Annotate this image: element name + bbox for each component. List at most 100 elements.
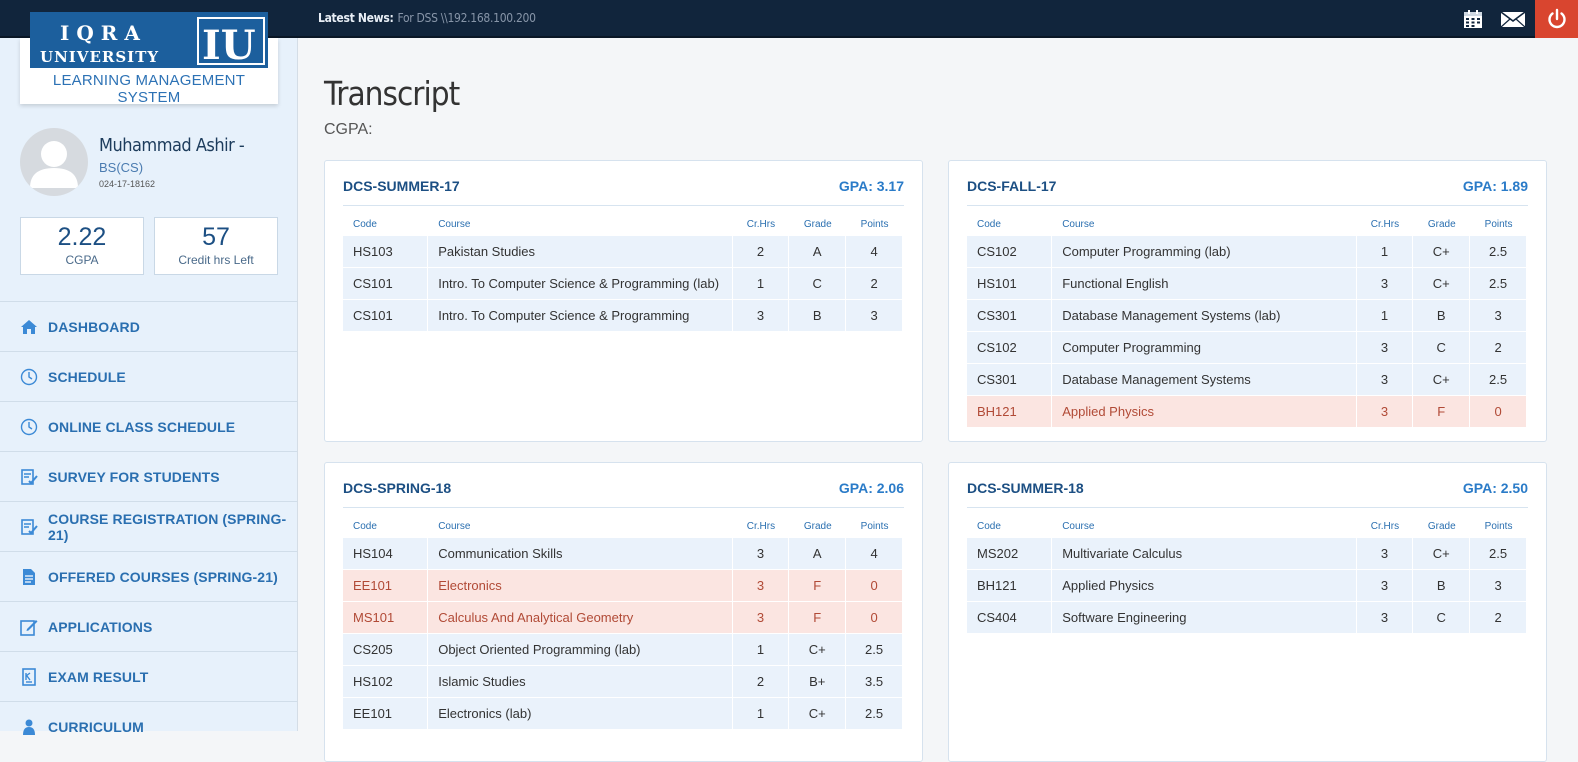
cell-crhrs: 2 [732, 236, 790, 268]
logo-line2: UNIVERSITY [40, 48, 159, 66]
cell-crhrs: 1 [732, 268, 790, 300]
sidebar-item-offered-courses[interactable]: OFFERED COURSES (SPRING-21) [0, 551, 297, 601]
sidebar-item-course-registration[interactable]: COURSE REGISTRATION (SPRING-21) [0, 501, 297, 551]
semester-gpa: GPA: 2.50 [1462, 480, 1528, 496]
checklist-icon [20, 468, 38, 486]
table-row: HS101 Functional English 3 C+ 2.5 [967, 268, 1527, 300]
column-header-course: Course [438, 520, 471, 532]
table-row: CS101 Intro. To Computer Science & Progra… [343, 268, 903, 300]
cell-course: Software Engineering [1052, 602, 1357, 634]
column-header-points: Points [860, 520, 889, 532]
cell-course: Object Oriented Programming (lab) [428, 634, 733, 666]
cell-course: Islamic Studies [428, 666, 733, 698]
cell-points: 4 [846, 538, 903, 570]
cell-grade: A [789, 236, 847, 268]
cell-code: MS202 [967, 538, 1053, 570]
table-row: CS301 Database Management Systems (lab) 1 B… [967, 300, 1527, 332]
user-reg-no: 024-17-18162 [99, 179, 156, 189]
calendar-icon[interactable] [1463, 9, 1485, 29]
cell-code: HS103 [343, 236, 429, 268]
table-row: CS101 Intro. To Computer Science & Progra… [343, 300, 903, 332]
cell-crhrs: 3 [732, 602, 790, 634]
cell-crhrs: 3 [732, 300, 790, 332]
table-header-row: Code Course Cr.Hrs Grade Points [967, 217, 1527, 236]
cell-points: 2 [1470, 602, 1527, 634]
home-icon [20, 318, 38, 336]
column-header-crhrs: Cr.Hrs [1370, 520, 1400, 532]
cell-crhrs: 3 [732, 538, 790, 570]
cell-code: MS101 [343, 602, 429, 634]
cgpa-label: CGPA [65, 253, 99, 267]
logout-button[interactable] [1535, 0, 1578, 38]
table-row: EE101 Electronics 3 F 0 [343, 570, 903, 602]
cell-course: Applied Physics [1052, 570, 1357, 602]
cell-course: Calculus And Analytical Geometry [428, 602, 733, 634]
cell-points: 3 [846, 300, 903, 332]
cell-crhrs: 3 [1356, 602, 1414, 634]
sidebar-item-label: SURVEY FOR STUDENTS [48, 468, 220, 485]
table-row: MS202 Multivariate Calculus 3 C+ 2.5 [967, 538, 1527, 570]
cell-grade: F [789, 570, 847, 602]
university-logo[interactable]: IQRA UNIVERSITY IU LEARNING MANAGEMENT S… [20, 12, 278, 106]
cell-code: BH121 [967, 396, 1053, 428]
cell-code: CS101 [343, 300, 429, 332]
table-row: CS301 Database Management Systems 3 C+ 2.5 [967, 364, 1527, 396]
cell-course: Electronics (lab) [428, 698, 733, 730]
cell-crhrs: 2 [732, 666, 790, 698]
sidebar-item-label: DASHBOARD [48, 318, 140, 335]
sidebar-item-dashboard[interactable]: DASHBOARD [0, 301, 297, 351]
cell-code: HS104 [343, 538, 429, 570]
cell-points: 3.5 [846, 666, 903, 698]
semester-gpa: GPA: 3.17 [838, 178, 904, 194]
cell-points: 2 [846, 268, 903, 300]
sidebar-item-online-class-schedule[interactable]: ONLINE CLASS SCHEDULE [0, 401, 297, 451]
cell-grade: B [1413, 570, 1471, 602]
page-title: Transcript [324, 74, 460, 113]
credit-hrs-value: 57 [202, 223, 230, 251]
cell-course: Intro. To Computer Science & Programming… [428, 268, 733, 300]
transcript-table: Code Course Cr.Hrs Grade Points HS103 Pakistan… [343, 217, 903, 332]
cell-grade: F [1413, 396, 1471, 428]
semester-name: DCS-SUMMER-18 [967, 480, 1084, 496]
cell-points: 2.5 [1470, 236, 1527, 268]
cell-grade: A [789, 538, 847, 570]
cell-code: HS102 [343, 666, 429, 698]
logo-line1: IQRA [60, 21, 147, 45]
sidebar-item-survey[interactable]: SURVEY FOR STUDENTS [0, 451, 297, 501]
cell-points: 2.5 [1470, 268, 1527, 300]
semester-name: DCS-SPRING-18 [343, 480, 452, 496]
power-icon [1548, 8, 1566, 29]
mail-icon[interactable] [1500, 9, 1526, 29]
credit-hrs-label: Credit hrs Left [178, 253, 254, 267]
cell-points: 0 [1470, 396, 1527, 428]
table-row: BH121 Applied Physics 3 F 0 [967, 396, 1527, 428]
sidebar-item-label: APPLICATIONS [48, 618, 153, 635]
semester-card: DCS-SPRING-18 GPA: 2.06 Code Course Cr.Hrs… [324, 462, 923, 762]
cell-points: 3 [1470, 300, 1527, 332]
table-row: HS103 Pakistan Studies 2 A 4 [343, 236, 903, 268]
column-header-course: Course [1062, 520, 1095, 532]
cell-course: Pakistan Studies [428, 236, 733, 268]
semester-header: DCS-SPRING-18 GPA: 2.06 [343, 480, 904, 508]
table-header-row: Code Course Cr.Hrs Grade Points [343, 519, 903, 538]
sidebar-item-exam-result[interactable]: EXAM RESULT [0, 651, 297, 701]
semester-gpa: GPA: 1.89 [1462, 178, 1528, 194]
cell-code: EE101 [343, 698, 429, 730]
column-header-grade: Grade [1427, 218, 1456, 230]
sidebar-menu: DASHBOARD SCHEDULE ONLINE CLASS SCHEDULE… [0, 301, 297, 751]
column-header-crhrs: Cr.Hrs [1370, 218, 1400, 230]
sidebar-item-schedule[interactable]: SCHEDULE [0, 351, 297, 401]
logo-subtitle: LEARNING MANAGEMENT SYSTEM [52, 72, 246, 106]
cell-grade: B [1413, 300, 1471, 332]
semester-card: DCS-FALL-17 GPA: 1.89 Code Course Cr.Hrs Gr… [948, 160, 1547, 442]
sidebar-item-applications[interactable]: APPLICATIONS [0, 601, 297, 651]
sidebar-item-curriculum[interactable]: CURRICULUM [0, 701, 297, 751]
cell-grade: C [1413, 332, 1471, 364]
cell-code: CS404 [967, 602, 1053, 634]
column-header-points: Points [1484, 520, 1513, 532]
cell-code: BH121 [967, 570, 1053, 602]
cell-crhrs: 3 [1356, 332, 1414, 364]
cell-crhrs: 3 [1356, 538, 1414, 570]
cell-points: 2.5 [1470, 538, 1527, 570]
latest-news[interactable]: Latest News: For DSS \\192.168.100.200 [318, 11, 536, 25]
